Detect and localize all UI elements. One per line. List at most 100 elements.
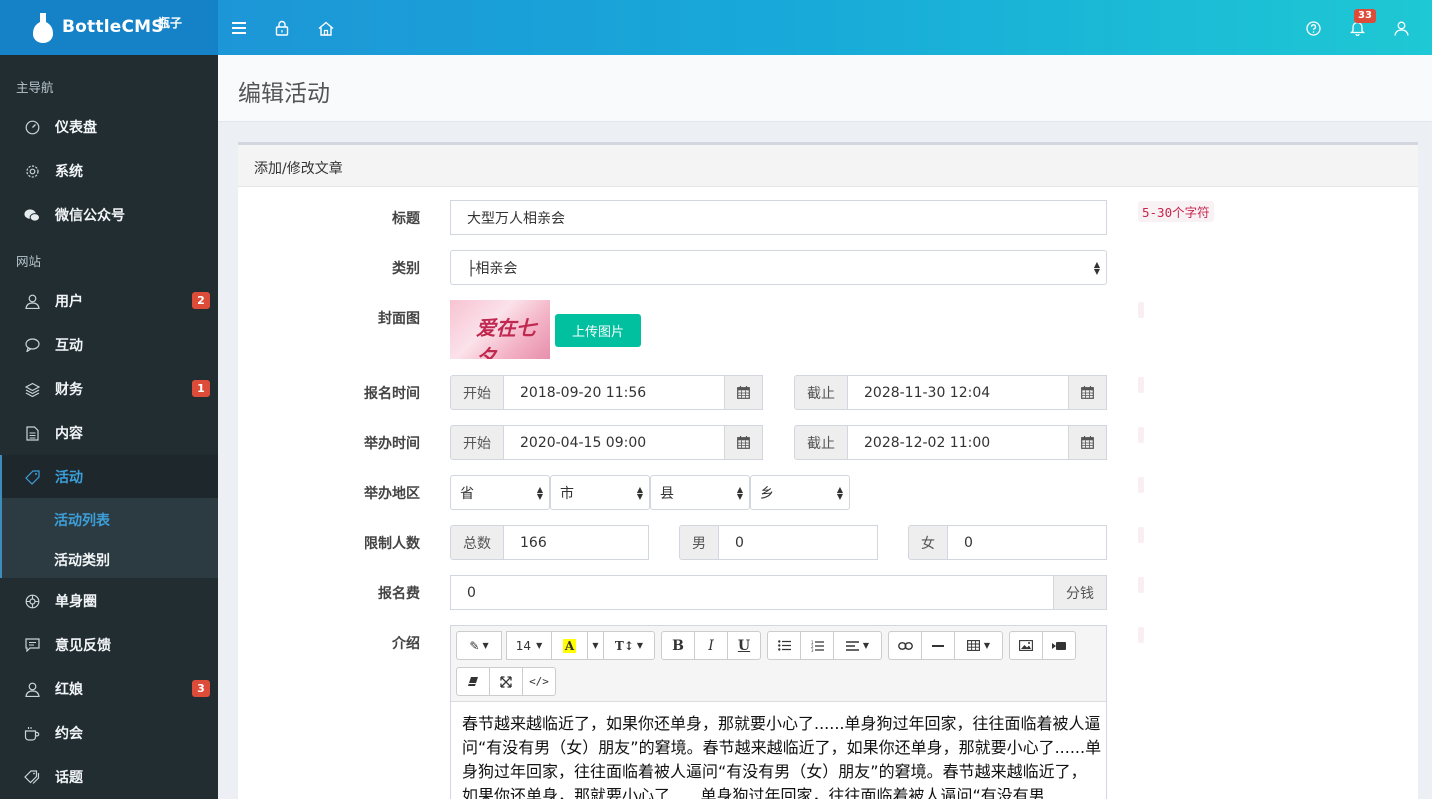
total-input[interactable]: 166	[503, 525, 649, 560]
caret-down-icon: ▼	[536, 641, 543, 650]
menu-toggle-icon[interactable]	[228, 17, 250, 39]
hold-end-calendar-button[interactable]	[1068, 425, 1107, 460]
link-button[interactable]	[888, 631, 922, 660]
select-arrows-icon: ▲ ▼	[836, 485, 843, 501]
comment-icon	[24, 337, 40, 353]
horizontal-rule-button[interactable]	[921, 631, 955, 660]
unordered-list-button[interactable]	[767, 631, 801, 660]
city-select[interactable]: 市 ▲ ▼	[550, 475, 650, 510]
signup-start-input[interactable]: 2018-09-20 11:56	[503, 375, 725, 410]
sidebar-item-label: 互动	[55, 338, 83, 354]
clear-format-button[interactable]	[456, 667, 490, 696]
align-button[interactable]: ▼	[833, 631, 882, 660]
line-height-button[interactable]: T↕ ▼	[603, 631, 655, 660]
ordered-list-button[interactable]: 123	[800, 631, 834, 660]
province-select[interactable]: 省 ▲ ▼	[450, 475, 550, 510]
sidebar-item-system[interactable]: 系统	[0, 149, 218, 193]
total-value: 166	[520, 534, 547, 551]
female-input[interactable]: 0	[947, 525, 1107, 560]
select-arrows-icon: ▲ ▼	[1093, 260, 1100, 276]
sidebar-item-label: 意见反馈	[55, 638, 111, 654]
bold-button[interactable]: B	[661, 631, 695, 660]
sidebar-item-content[interactable]: 内容	[0, 411, 218, 455]
signup-end-value: 2028-11-30 12:04	[864, 384, 991, 401]
category-select[interactable]: ├相亲会 ▲ ▼	[450, 250, 1107, 285]
hold-start-input[interactable]: 2020-04-15 09:00	[503, 425, 725, 460]
brand-name-cn: 瓶子	[158, 16, 183, 30]
title-input[interactable]: 大型万人相亲会	[450, 200, 1107, 235]
table-button[interactable]: ▼	[954, 631, 1003, 660]
content-header: 编辑活动	[218, 55, 1432, 122]
sidebar-item-dashboard[interactable]: 仪表盘	[0, 105, 218, 149]
font-color-button[interactable]: A	[551, 631, 588, 660]
signup-end-input[interactable]: 2028-11-30 12:04	[847, 375, 1069, 410]
province-value: 省	[460, 485, 474, 502]
sidebar-item-wechat[interactable]: 微信公众号	[0, 193, 218, 237]
sidebar-item-dating[interactable]: 约会	[0, 711, 218, 755]
sidebar-item-activity[interactable]: 活动	[0, 455, 218, 499]
sidebar-item-label: 话题	[55, 770, 83, 786]
font-color-dropdown[interactable]: ▼	[587, 631, 604, 660]
sidebar-item-topics[interactable]: 话题	[0, 755, 218, 799]
hold-start-calendar-button[interactable]	[724, 425, 763, 460]
hold-end-addon: 截止	[794, 425, 848, 460]
nav-header-main: 主导航	[16, 80, 54, 95]
submenu-item-activity-category[interactable]: 活动类别	[54, 550, 110, 570]
male-input[interactable]: 0	[718, 525, 878, 560]
insert-image-button[interactable]	[1009, 631, 1043, 660]
caret-down-icon: ▼	[862, 641, 870, 650]
fee-value: 0	[467, 584, 476, 601]
lock-icon[interactable]	[271, 17, 293, 39]
select-arrows-icon: ▲ ▼	[536, 485, 543, 501]
fee-input[interactable]: 0	[450, 575, 1054, 610]
county-value: 县	[660, 485, 674, 502]
signup-start-calendar-button[interactable]	[724, 375, 763, 410]
upload-image-button[interactable]: 上传图片	[555, 314, 641, 347]
rich-text-editor: ✎ ▼ 14 ▼ A ▼ T↕ ▼ B I U 123 ▼ ▼ </> 春节越来…	[450, 625, 1107, 799]
signup-end-addon: 截止	[794, 375, 848, 410]
hold-end-value: 2028-12-02 11:00	[864, 434, 991, 451]
male-value: 0	[735, 534, 744, 551]
caret-down-icon: ▼	[983, 641, 991, 650]
style-button[interactable]: ✎ ▼	[456, 631, 502, 660]
user-account-icon[interactable]	[1390, 17, 1412, 39]
insert-video-button[interactable]	[1042, 631, 1076, 660]
layers-icon	[24, 381, 40, 397]
sidebar-item-label: 活动	[55, 470, 83, 486]
brand-logo[interactable]: BottleCMS 瓶子	[0, 0, 218, 55]
county-select[interactable]: 县 ▲ ▼	[650, 475, 750, 510]
submenu-item-activity-list[interactable]: 活动列表	[54, 510, 110, 530]
sidebar-item-feedback[interactable]: 意见反馈	[0, 623, 218, 667]
signup-end-calendar-button[interactable]	[1068, 375, 1107, 410]
home-icon[interactable]	[315, 17, 337, 39]
underline-icon: U	[737, 637, 751, 654]
text-height-icon: T↕	[614, 638, 634, 653]
sidebar-item-interaction[interactable]: 互动	[0, 323, 218, 367]
fee-unit-addon: 分钱	[1053, 575, 1107, 610]
sidebar: 主导航 仪表盘 系统 微信公众号 网站 用户 2 互动 财务 1 内容 活动 活…	[0, 55, 218, 799]
code-view-button[interactable]: </>	[522, 667, 556, 696]
sidebar-item-users[interactable]: 用户 2	[0, 279, 218, 323]
town-select[interactable]: 乡 ▲ ▼	[750, 475, 850, 510]
italic-button[interactable]: I	[694, 631, 728, 660]
coffee-icon	[24, 725, 40, 741]
link-icon	[897, 641, 913, 650]
font-size-value: 14	[515, 638, 532, 653]
font-size-button[interactable]: 14 ▼	[506, 631, 552, 660]
sidebar-item-singles-circle[interactable]: 单身圈	[0, 579, 218, 623]
editor-content[interactable]: 春节越来越临近了，如果你还单身，那就要小心了......单身狗过年回家，往往面临…	[462, 712, 1102, 799]
sidebar-item-matchmaker[interactable]: 红娘 3	[0, 667, 218, 711]
fee-label: 报名费	[378, 586, 420, 602]
underline-button[interactable]: U	[727, 631, 761, 660]
region-label: 举办地区	[364, 486, 420, 502]
sidebar-item-finance[interactable]: 财务 1	[0, 367, 218, 411]
align-left-icon	[845, 640, 859, 651]
signup-time-label: 报名时间	[364, 386, 420, 402]
title-input-value: 大型万人相亲会	[467, 210, 565, 227]
message-icon	[24, 637, 40, 653]
box-title: 添加/修改文章	[254, 161, 343, 177]
fullscreen-button[interactable]	[489, 667, 523, 696]
help-icon[interactable]	[1302, 17, 1324, 39]
hold-end-input[interactable]: 2028-12-02 11:00	[847, 425, 1069, 460]
nav-header-site: 网站	[16, 254, 42, 269]
